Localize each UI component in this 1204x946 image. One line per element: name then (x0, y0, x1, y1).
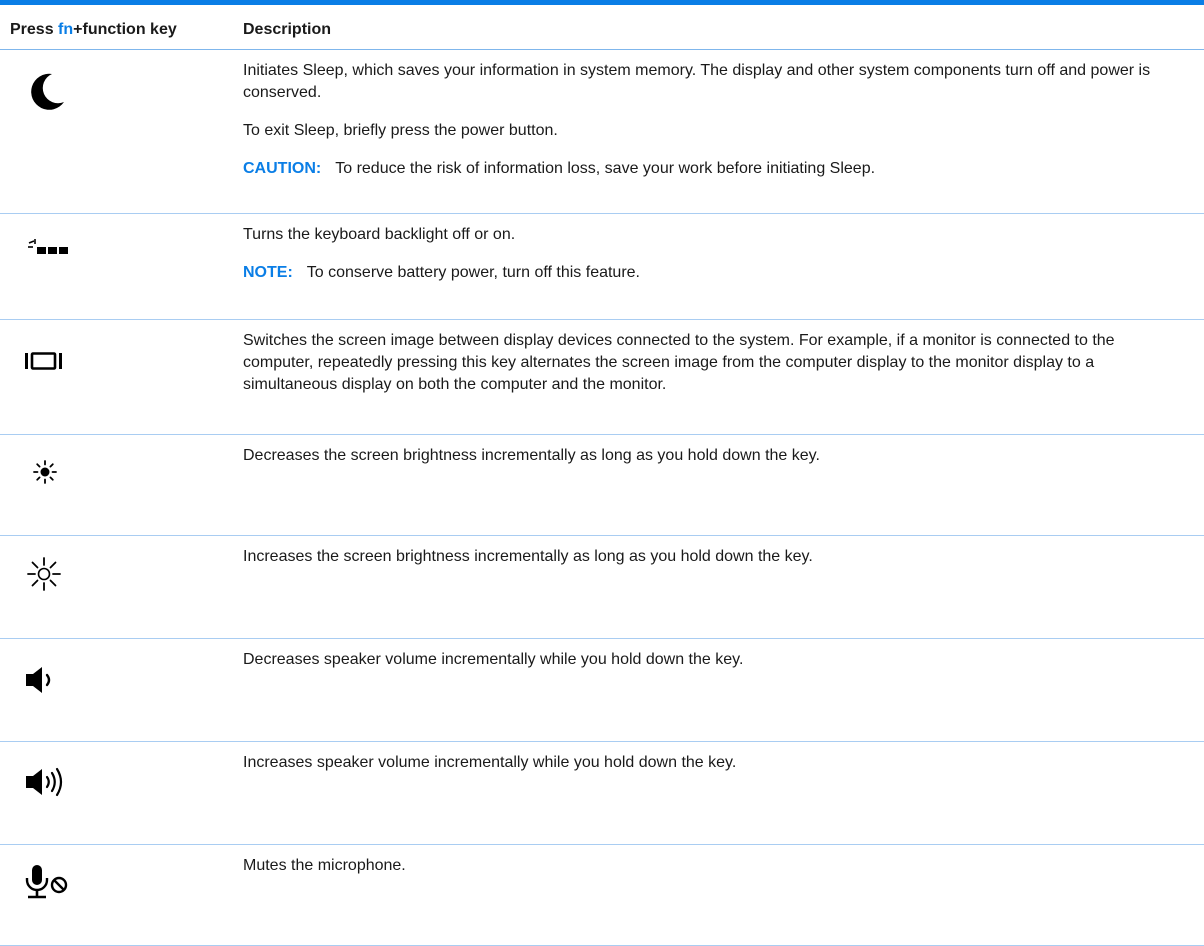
sleep-moon-icon (31, 73, 65, 110)
volume-up-icon (26, 767, 63, 797)
description-text: Mutes the microphone. (243, 857, 406, 874)
volume-down-icon (26, 667, 51, 693)
table-row: Initiates Sleep, which saves your inform… (0, 49, 1204, 214)
icon-cell (0, 319, 226, 435)
description-cell: Increases the screen brightness incremen… (226, 535, 1204, 639)
mic-mute-icon (25, 865, 68, 899)
description-cell: Mutes the microphone. (226, 844, 1204, 946)
header-press-fn-key: Press fn+function key (0, 5, 226, 50)
table-row: Decreases the screen brightness incremen… (0, 434, 1204, 536)
table-row: Turns the keyboard backlight off or on. … (0, 213, 1204, 320)
brightness-up-icon (27, 557, 61, 591)
header-fn: fn (58, 21, 74, 38)
display-switch-icon (25, 352, 62, 370)
description-text: Switches the screen image between displa… (243, 332, 1115, 393)
description-text: Decreases speaker volume incrementally w… (243, 651, 744, 668)
icon-cell (0, 434, 226, 536)
table-header-row: Press fn+function key Description (0, 5, 1204, 50)
table-row: Mutes the microphone. (0, 844, 1204, 946)
description-cell: Increases speaker volume incrementally w… (226, 741, 1204, 845)
table-row: Increases speaker volume incrementally w… (0, 741, 1204, 845)
caution-text: To reduce the risk of information loss, … (335, 160, 876, 177)
description-cell: Decreases speaker volume incrementally w… (226, 638, 1204, 742)
description-text: Initiates Sleep, which saves your inform… (243, 62, 1151, 101)
header-prefix: Press (10, 21, 59, 38)
description-cell: Switches the screen image between displa… (226, 319, 1204, 435)
description-text: Turns the keyboard backlight off or on. (243, 226, 516, 243)
description-text: Decreases the screen brightness incremen… (243, 447, 820, 464)
function-key-table: Press fn+function key Description Initia… (0, 5, 1204, 946)
description-text: To exit Sleep, briefly press the power b… (243, 122, 558, 139)
table-row: Switches the screen image between displa… (0, 319, 1204, 435)
header-suffix: +function key (73, 21, 177, 38)
icon-cell (0, 741, 226, 845)
icon-cell (0, 844, 226, 946)
description-text: Increases the screen brightness incremen… (243, 548, 813, 565)
table-row: Increases the screen brightness incremen… (0, 535, 1204, 639)
brightness-down-icon (33, 460, 57, 484)
note: NOTE: To conserve battery power, turn off… (243, 262, 1184, 284)
description-cell: Initiates Sleep, which saves your inform… (226, 49, 1204, 214)
keyboard-backlight-icon (28, 239, 68, 254)
icon-cell (0, 535, 226, 639)
caution-note: CAUTION: To reduce the risk of informatio… (243, 158, 1184, 180)
header-description: Description (226, 5, 1204, 50)
note-label: NOTE: (243, 264, 293, 281)
icon-cell (0, 638, 226, 742)
table-row: Decreases speaker volume incrementally w… (0, 638, 1204, 742)
description-cell: Turns the keyboard backlight off or on. … (226, 213, 1204, 320)
description-text: Increases speaker volume incrementally w… (243, 754, 737, 771)
description-cell: Decreases the screen brightness incremen… (226, 434, 1204, 536)
icon-cell (0, 49, 226, 214)
note-text: To conserve battery power, turn off this… (306, 264, 640, 281)
caution-label: CAUTION: (243, 160, 322, 177)
icon-cell (0, 213, 226, 320)
